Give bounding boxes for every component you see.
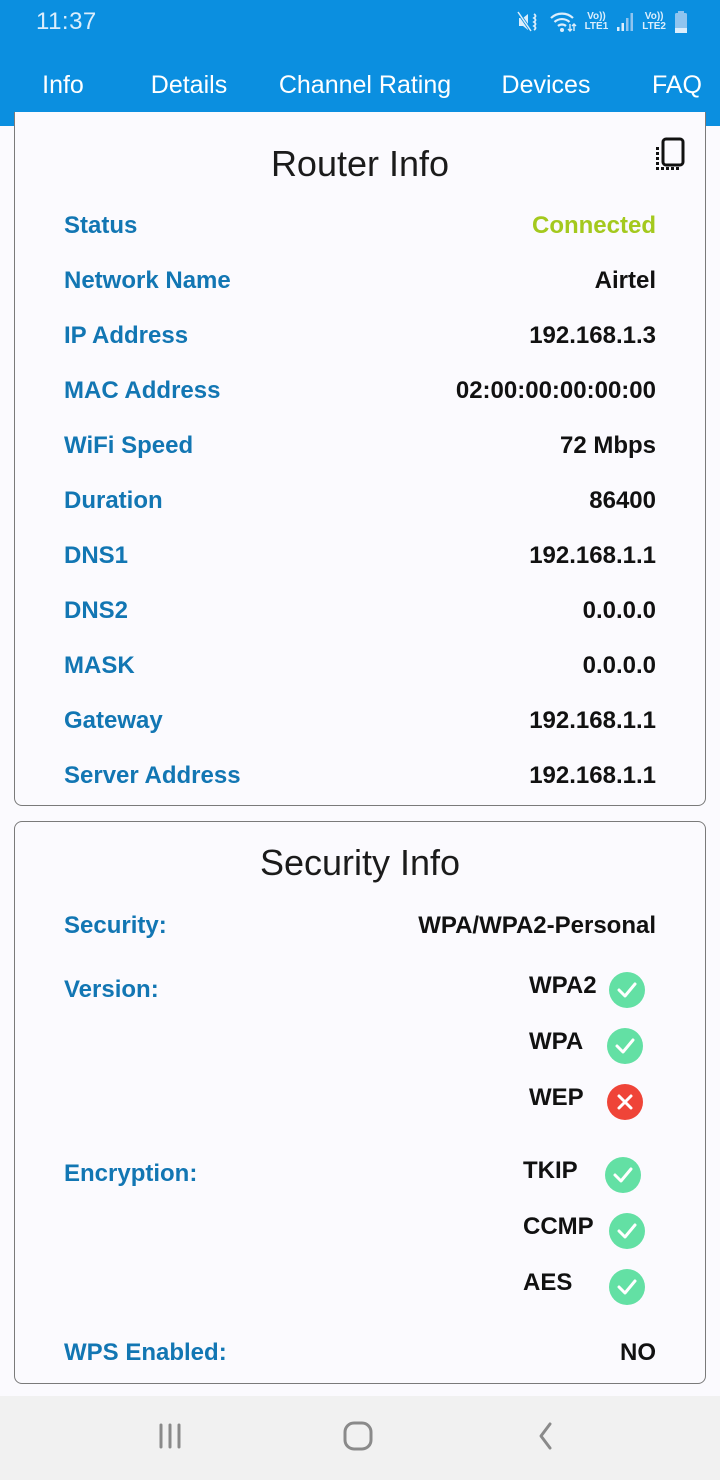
wps-value: NO <box>620 1339 656 1366</box>
info-row-gateway: Gateway 192.168.1.1 <box>64 701 656 741</box>
info-row-wifi-speed: WiFi Speed 72 Mbps <box>64 426 656 466</box>
info-value: 192.168.1.1 <box>529 762 656 789</box>
info-label: Server Address <box>64 762 241 789</box>
version-row: Version: <box>64 970 159 1010</box>
info-value: 192.168.1.3 <box>529 322 656 349</box>
info-value: 72 Mbps <box>559 432 656 459</box>
info-label: WiFi Speed <box>64 432 194 459</box>
security-info-card: Security Info Security: WPA/WPA2-Persona… <box>14 821 706 1384</box>
wifi-icon <box>549 11 577 33</box>
router-info-title: Router Info <box>270 143 450 184</box>
info-value: 0.0.0.0 <box>582 597 656 624</box>
info-value: 192.168.1.1 <box>529 542 656 569</box>
lte1-bottom-text: LTE1 <box>584 21 609 32</box>
back-button[interactable] <box>526 1420 566 1456</box>
info-label: Status <box>64 212 138 239</box>
security-value: WPA/WPA2-Personal <box>418 912 656 939</box>
info-label: MASK <box>64 652 135 679</box>
info-value: Airtel <box>594 267 656 294</box>
check-icon <box>609 1213 645 1249</box>
volte-lte1-icon: Vo)) LTE1 <box>585 12 609 32</box>
router-info-card: Router Info Status Connected Network Nam… <box>14 112 706 806</box>
info-label: Network Name <box>64 267 231 294</box>
info-row-dns2: DNS2 0.0.0.0 <box>64 591 656 631</box>
info-value: 192.168.1.1 <box>529 707 656 734</box>
wps-row: WPS Enabled: NO <box>64 1333 656 1373</box>
volte-lte2-icon: Vo)) LTE2 <box>642 12 666 32</box>
info-label: MAC Address <box>64 377 221 404</box>
info-label: IP Address <box>64 322 189 349</box>
lte2-bottom-text: LTE2 <box>642 21 666 32</box>
copy-button[interactable] <box>653 136 687 174</box>
battery-icon <box>674 10 688 34</box>
info-label: Gateway <box>64 707 163 734</box>
security-row: Security: WPA/WPA2-Personal <box>64 906 656 946</box>
status-time: 11:37 <box>36 8 97 35</box>
encryption-aes: AES <box>523 1269 573 1296</box>
info-label: DNS1 <box>64 542 129 569</box>
info-row-mask: MASK 0.0.0.0 <box>64 646 656 686</box>
info-value: 02:00:00:00:00:00 <box>455 377 656 404</box>
info-label: DNS2 <box>64 597 129 624</box>
home-icon <box>342 1420 374 1457</box>
info-value: 86400 <box>589 487 656 514</box>
info-value: 0.0.0.0 <box>582 652 656 679</box>
recent-apps-button[interactable] <box>150 1420 190 1456</box>
info-row-duration: Duration 86400 <box>64 481 656 521</box>
info-label: Duration <box>64 487 163 514</box>
version-wpa: WPA <box>529 1028 584 1055</box>
mute-vibrate-icon <box>516 11 541 33</box>
back-icon <box>535 1421 557 1456</box>
encryption-row: Encryption: <box>64 1154 197 1194</box>
check-icon <box>609 972 645 1008</box>
version-label: Version: <box>64 976 159 1003</box>
status-bar: 11:37 Vo)) LTE1 Vo)) LTE2 <box>0 0 720 44</box>
recent-apps-icon <box>155 1422 185 1455</box>
status-icons: Vo)) LTE1 Vo)) LTE2 <box>516 10 688 34</box>
security-info-title: Security Info <box>259 842 461 883</box>
version-wep: WEP <box>529 1084 584 1111</box>
security-label: Security: <box>64 912 167 939</box>
encryption-tkip: TKIP <box>523 1157 578 1184</box>
info-row-status: Status Connected <box>64 206 656 246</box>
signal-icon <box>616 12 634 32</box>
info-row-dns1: DNS1 192.168.1.1 <box>64 536 656 576</box>
check-icon <box>609 1269 645 1305</box>
check-icon <box>605 1157 641 1193</box>
version-wpa2: WPA2 <box>529 972 597 999</box>
info-row-network-name: Network Name Airtel <box>64 261 656 301</box>
info-row-mac-address: MAC Address 02:00:00:00:00:00 <box>64 371 656 411</box>
info-row-server-address: Server Address 192.168.1.1 <box>64 756 656 796</box>
check-icon <box>607 1028 643 1064</box>
home-button[interactable] <box>338 1420 378 1456</box>
system-nav-bar <box>0 1396 720 1480</box>
encryption-ccmp: CCMP <box>523 1213 594 1240</box>
info-row-ip-address: IP Address 192.168.1.3 <box>64 316 656 356</box>
encryption-label: Encryption: <box>64 1160 198 1187</box>
copy-icon <box>653 137 687 178</box>
cross-icon <box>607 1084 643 1120</box>
status-value: Connected <box>531 212 656 239</box>
wps-label: WPS Enabled: <box>64 1339 227 1366</box>
